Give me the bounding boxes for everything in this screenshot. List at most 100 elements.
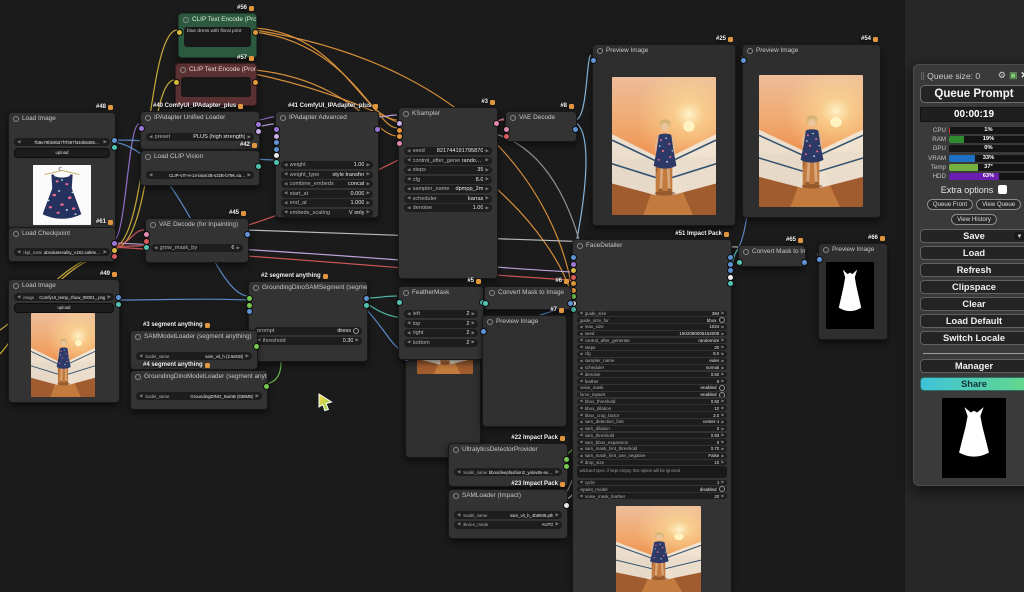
output-port[interactable] [363, 295, 370, 302]
output-port[interactable] [111, 143, 118, 151]
node-load-clip-vision[interactable]: #42 Load CLIP Vision ◀ CLIP-ViT-H-14-laio… [140, 142, 262, 186]
extra-options-checkbox[interactable] [998, 185, 1008, 195]
widget-sampler_name[interactable]: ◀ sampler_name dpmpp_2m ▶ [404, 185, 492, 193]
output-port[interactable] [374, 126, 381, 133]
widget-prompt[interactable]: prompt dress [254, 327, 362, 335]
node-title[interactable]: Load Image [9, 113, 115, 124]
widget-weight[interactable]: ◀ weight 1.00 ▶ [281, 161, 373, 169]
load-default-button[interactable]: Load Default [920, 313, 1024, 328]
input-port[interactable] [143, 244, 150, 251]
input-port[interactable] [173, 79, 180, 86]
widget-bbox_crop_factor[interactable]: ◀ bbox_crop_factor 3.0 ▶ [577, 412, 727, 418]
widget-cycle[interactable]: ◀ cycle 1 ▶ [577, 479, 727, 486]
widget-sam_threshold[interactable]: ◀ sam_threshold 0.93 ▶ [577, 432, 727, 439]
node-title[interactable]: GroundingDinoSAMSegment (segment anythin… [249, 282, 367, 293]
extension-image-icon[interactable]: ▣ [1009, 70, 1018, 81]
node-ksampler[interactable]: #3 KSampler ◀ seed 821744191795870 ▶ ◀ contro… [396, 99, 500, 374]
widget-denoise[interactable]: ◀ denoise 0.50 ▶ [577, 371, 727, 378]
switch-locale-button[interactable]: Switch Locale [920, 330, 1024, 345]
node-title[interactable]: SAMLoader (Impact) [449, 490, 567, 501]
refresh-button[interactable]: Refresh [920, 262, 1024, 277]
node-title[interactable]: FeatherMask [399, 287, 483, 298]
output-port[interactable] [493, 120, 500, 127]
queue-prompt-button[interactable]: Queue Prompt [920, 85, 1024, 103]
node-groundingdino-model-loader[interactable]: #4 segment anything GroundingDinoModelLo… [130, 362, 270, 410]
save-dropdown-caret[interactable]: ▾ [1014, 231, 1024, 240]
node-title[interactable]: Load Checkpoint [9, 228, 115, 239]
widget-max_size[interactable]: ◀ max_size 1024 ▶ [577, 324, 727, 330]
widget-right[interactable]: ◀ right 2 ▶ [404, 329, 478, 337]
node-title[interactable]: Preview Image [593, 45, 735, 56]
widget-preset[interactable]: ◀ preset PLUS (high strength) ▶ [146, 133, 254, 141]
node-title[interactable]: Preview Image [743, 45, 880, 56]
input-port[interactable] [590, 57, 597, 64]
widget-denoise[interactable]: ◀ denoise 1.00 ▶ [404, 204, 492, 212]
input-port[interactable] [570, 280, 577, 287]
node-clip-text-encode-positive[interactable]: #56 CLIP Text Encode (Prompt) blue dress… [176, 5, 259, 58]
input-port[interactable] [246, 308, 253, 315]
input-port[interactable] [143, 231, 150, 238]
widget-sam_dilation[interactable]: ◀ sam_dilation 0 ▶ [577, 425, 727, 432]
node-load-image-woman[interactable]: #49 Load Image ◀ image ComfyUI_temp_zhuw_0… [8, 271, 122, 403]
widget-seed[interactable]: ◀ seed 1502080005152008 ▶ [577, 330, 727, 337]
drag-handle-icon[interactable]: ⣿ [920, 72, 925, 80]
node-load-image-dress[interactable]: #48 Load Image ◀ 7b9e79bb9bd7f7f497f434b6… [8, 104, 118, 230]
widget-combine_embeds[interactable]: ◀ combine_embeds concat ▶ [281, 180, 373, 188]
output-port[interactable] [563, 502, 570, 509]
node-facedetailer[interactable]: #51 Impact Pack FaceDetailer ◀ guide_size… [570, 231, 734, 592]
widget-cfg[interactable]: ◀ cfg 8.0 ▶ [577, 351, 727, 357]
share-button[interactable]: Share [920, 376, 1024, 391]
node-ipadapter-advanced[interactable]: #41 ComfyUI_IPAdapter_plus IPAdapter Adv… [273, 103, 381, 218]
view-history-button[interactable]: View History [951, 213, 997, 225]
save-button[interactable]: Save ▾ [920, 228, 1024, 243]
output-port[interactable] [563, 462, 570, 470]
input-port[interactable] [273, 152, 280, 159]
node-title[interactable]: IPAdapter Unified Loader [141, 112, 259, 123]
clipspace-button[interactable]: Clipspace [920, 279, 1024, 294]
widget-model_name[interactable]: ◀ model_name GroundingDINO_SwinB (938MB) ▶ [136, 392, 262, 400]
widget-start_at[interactable]: ◀ start_at 0.000 ▶ [281, 189, 373, 198]
widget-sam_bbox_expansion[interactable]: ◀ sam_bbox_expansion 0 ▶ [577, 439, 727, 445]
input-port[interactable] [138, 125, 145, 132]
widget-end_at[interactable]: ◀ end_at 1.000 ▶ [281, 199, 373, 207]
node-title[interactable]: IPAdapter Advanced [276, 112, 378, 123]
widget-top[interactable]: ◀ top 2 ▶ [404, 319, 478, 328]
widget-sam_detection_hint[interactable]: ◀ sam_detection_hint center-1 ▶ [577, 419, 727, 425]
widget-inpaint_model[interactable]: inpaint_model disabled [577, 486, 727, 493]
comfyui-canvas[interactable]: { "nodes": { "dress_loader": {"badge": "… [0, 0, 1024, 592]
node-preview-image-mask[interactable]: #66 Preview Image [816, 235, 888, 340]
node-title[interactable]: KSampler [399, 108, 497, 119]
input-port[interactable] [273, 126, 280, 133]
output-port[interactable] [727, 254, 734, 261]
output-port[interactable] [111, 137, 118, 144]
widget-scheduler[interactable]: ◀ scheduler normal ▶ [577, 364, 727, 371]
widget-guide_size_for[interactable]: guide_size_for bbox [577, 317, 727, 323]
node-vae-decode-inpaint[interactable]: #45 VAE Decode (for Inpainting) ◀ grow_ma… [143, 210, 251, 263]
widget-seed[interactable]: ◀ seed 821744191795870 ▶ [404, 147, 492, 155]
clear-button[interactable]: Clear [920, 296, 1024, 311]
node-preview-image-main2[interactable]: #54 Preview Image [740, 36, 881, 218]
widget-steps[interactable]: ◀ steps 35 ▶ [404, 166, 492, 174]
widget-model_name[interactable]: ◀ model_name sam_vit_h (2.56GB) ▶ [136, 352, 252, 360]
input-port[interactable] [736, 259, 743, 266]
input-port[interactable] [570, 254, 577, 261]
widget-area[interactable]: blue dress with floral print [184, 27, 251, 47]
node-title[interactable]: GroundingDinoModelLoader (segment anythi… [131, 371, 267, 382]
widget-sam_mask_hint_use_negative[interactable]: ◀ sam_mask_hint_use_negative False ▶ [577, 452, 727, 459]
widget-bbox_threshold[interactable]: ◀ bbox_threshold 0.50 ▶ [577, 398, 727, 405]
node-preview-image-7[interactable]: #7 Preview Image [480, 307, 567, 427]
widget-area[interactable]: wildcard spec: if kept empty, this optio… [577, 466, 727, 479]
widget-sampler_name[interactable]: ◀ sampler_name euler ▶ [577, 357, 727, 364]
output-port[interactable] [567, 300, 574, 307]
widget-left[interactable]: ◀ left 2 ▶ [404, 310, 478, 318]
node-title[interactable]: CLIP Text Encode (Prompt) [176, 64, 256, 75]
widget-weight_type[interactable]: ◀ weight_type style transfer ▶ [281, 170, 373, 179]
node-title[interactable]: VAE Decode (for Inpainting) [146, 219, 248, 230]
node-groundingdino-sam-segment[interactable]: #2 segment anything GroundingDinoSAMSegm… [246, 273, 370, 362]
input-port[interactable] [273, 139, 280, 146]
node-vae-decode[interactable]: #8 VAE Decode [503, 103, 579, 142]
widget-noise_mask[interactable]: noise_mask enabled [577, 385, 727, 391]
node-title[interactable]: Load CLIP Vision [141, 151, 259, 162]
output-port[interactable] [572, 126, 579, 133]
output-port[interactable] [252, 29, 259, 36]
